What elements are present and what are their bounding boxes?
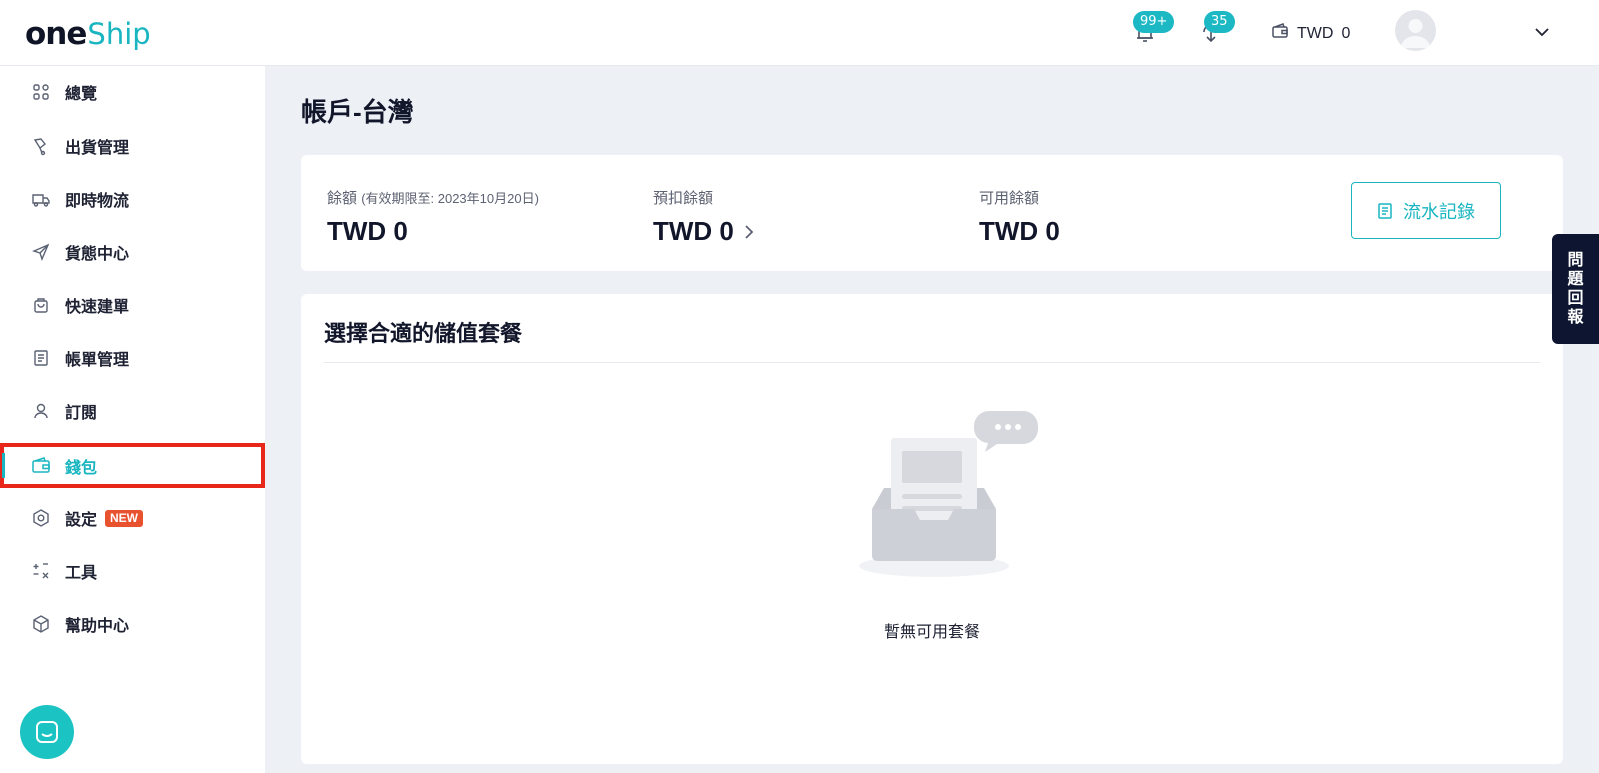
- user-avatar[interactable]: [1395, 10, 1436, 51]
- notification-badge: 99+: [1133, 11, 1175, 33]
- wallet-icon: [1271, 22, 1289, 45]
- pre-deduct-column[interactable]: 預扣餘額 TWD 0: [653, 187, 754, 247]
- chevron-down-icon[interactable]: [1534, 24, 1550, 45]
- chat-icon: [34, 719, 60, 745]
- sidebar-item-overview[interactable]: 總覽: [0, 72, 265, 112]
- send-icon: [31, 242, 51, 262]
- balance-column: 餘額 (有效期限至: 2023年10月20日) TWD 0: [327, 187, 539, 247]
- sidebar-item-realtime-logistics[interactable]: 即時物流: [0, 179, 265, 219]
- sidebar-item-label: 幫助中心: [65, 618, 130, 635]
- shipment-icon: [31, 136, 51, 156]
- chevron-right-icon[interactable]: [744, 224, 754, 240]
- user-icon: [31, 401, 51, 421]
- topup-plans-card: 選擇合適的儲值套餐 暫無可用套餐: [301, 294, 1563, 764]
- sidebar-item-tools[interactable]: 工具: [0, 551, 265, 591]
- sidebar-item-subscription[interactable]: 訂閱: [0, 391, 265, 431]
- sidebar: 總覽 出貨管理 即時物流 貨態中心 快速建單 帳單管理 訂閱 錢包 設定 NEW…: [0, 66, 265, 652]
- empty-inbox-illustration: [854, 406, 1044, 591]
- sidebar-item-label: 快速建單: [65, 299, 130, 316]
- logo-one-text: one: [25, 16, 87, 52]
- sidebar-item-label: 錢包: [65, 459, 98, 477]
- sidebar-item-wallet[interactable]: 錢包: [0, 443, 265, 488]
- feedback-char: 問: [1567, 252, 1584, 269]
- top-header: one Ship 99+ 35 TWD 0: [0, 0, 1599, 66]
- sidebar-item-label: 貨態中心: [65, 246, 130, 263]
- sidebar-item-bill-management[interactable]: 帳單管理: [0, 338, 265, 378]
- sidebar-item-label: 帳單管理: [65, 352, 130, 369]
- feedback-char: 報: [1567, 309, 1584, 326]
- tools-icon: [31, 561, 51, 581]
- sidebar-item-quick-order[interactable]: 快速建單: [0, 285, 265, 325]
- help-box-icon: [31, 614, 51, 634]
- chat-launcher-button[interactable]: [20, 705, 74, 759]
- bag-icon: [31, 295, 51, 315]
- header-wallet-balance[interactable]: TWD 0: [1271, 22, 1350, 45]
- sidebar-item-label: 設定: [65, 512, 98, 529]
- sidebar-item-label: 工具: [65, 565, 98, 582]
- sidebar-item-label: 出貨管理: [65, 140, 130, 157]
- sidebar-item-label: 即時物流: [65, 193, 130, 210]
- sidebar-item-tracking-center[interactable]: 貨態中心: [0, 232, 265, 272]
- pre-deduct-value: TWD 0: [653, 216, 734, 246]
- bill-icon: [31, 348, 51, 368]
- sidebar-item-help-center[interactable]: 幫助中心: [0, 604, 265, 644]
- document-icon: [1377, 202, 1393, 220]
- wallet-icon: [31, 455, 51, 475]
- empty-state-text: 暫無可用套餐: [883, 624, 980, 641]
- feedback-char: 題: [1567, 271, 1584, 288]
- logo-ship-text: Ship: [87, 17, 151, 51]
- available-label: 可用餘額: [979, 190, 1040, 207]
- feedback-tab[interactable]: 問 題 回 報: [1552, 234, 1599, 344]
- active-indicator: [2, 453, 5, 478]
- sidebar-item-label: 總覽: [65, 86, 98, 103]
- settings-icon: [31, 508, 51, 528]
- balance-value: TWD 0: [327, 216, 408, 246]
- sidebar-item-shipment-management[interactable]: 出貨管理: [0, 126, 265, 166]
- wallet-currency: TWD: [1297, 24, 1334, 42]
- realtime-logistics-icon: [31, 189, 51, 209]
- available-value: TWD 0: [979, 216, 1060, 246]
- history-button-label: 流水記錄: [1403, 201, 1475, 222]
- balance-validity: (有效期限至: 2023年10月20日): [361, 191, 539, 206]
- transaction-history-button[interactable]: 流水記錄: [1351, 182, 1501, 239]
- balance-card: 餘額 (有效期限至: 2023年10月20日) TWD 0 預扣餘額 TWD 0…: [301, 155, 1563, 271]
- oneship-logo[interactable]: one Ship: [25, 16, 151, 52]
- available-column: 可用餘額 TWD 0: [979, 187, 1060, 247]
- balance-label: 餘額: [327, 190, 358, 207]
- sidebar-item-label: 訂閱: [65, 405, 98, 422]
- sidebar-item-settings[interactable]: 設定 NEW: [0, 498, 265, 538]
- download-badge: 35: [1204, 11, 1235, 33]
- plans-title: 選擇合適的儲值套餐: [324, 321, 523, 346]
- divider: [324, 362, 1540, 363]
- feedback-char: 回: [1567, 290, 1584, 307]
- dashboard-icon: [31, 82, 51, 102]
- wallet-amount: 0: [1341, 24, 1351, 42]
- page-title: 帳戶-台灣: [301, 97, 414, 127]
- pre-deduct-label: 預扣餘額: [653, 190, 714, 207]
- new-badge: NEW: [105, 510, 143, 527]
